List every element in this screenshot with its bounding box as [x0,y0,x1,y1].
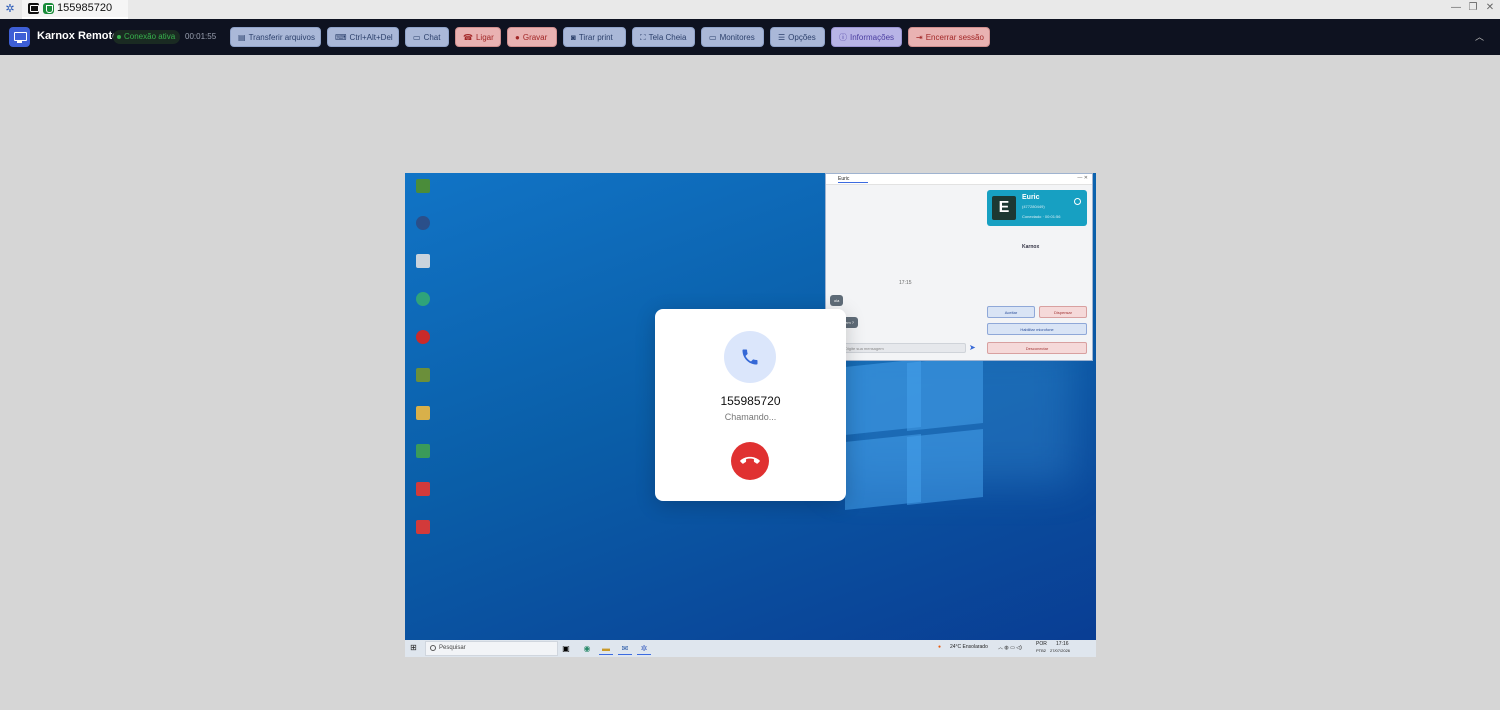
desktop-icon[interactable] [409,368,437,384]
dismiss-button[interactable]: Dispensar [1039,306,1087,318]
file-icon: ▤ [238,33,246,42]
enable-mic-button[interactable]: Habilitar microfone [987,323,1087,335]
end-session-button[interactable]: ⇥ Encerrar sessão [908,27,990,47]
shield-tab-icon [43,3,54,14]
info-label: Informações [850,33,895,42]
transfer-files-label: Transferir arquivos [248,33,315,42]
monitors-label: Monitores [719,33,755,42]
info-button[interactable]: ⓘ Informações [831,27,902,47]
contact-status: Conectado · 00:01:56 [1022,214,1061,219]
contact-id: (477280449) [1022,204,1045,209]
ctrl-alt-del-label: Ctrl+Alt+Del [349,33,393,42]
call-label: Ligar [475,33,494,42]
weather-text[interactable]: 24°C Ensolarado [950,644,988,650]
phone-icon: ☎ [463,33,473,42]
info-icon: ⓘ [839,33,847,42]
desktop-icon[interactable] [409,179,437,195]
contact-card: E Euric (477280449) Conectado · 00:01:56 [987,190,1087,226]
keyboard-icon: ⌨ [335,33,347,42]
hang-up-icon [740,456,760,464]
monitors-button[interactable]: ▭ Monitores [701,27,764,47]
expand-icon: ⛶ [640,33,646,42]
call-button[interactable]: ☎ Ligar [455,27,501,47]
brand-name: Karnox Remoto [37,30,119,42]
call-state: Chamando... [724,412,777,422]
record-icon: ● [515,33,520,42]
collapse-toolbar-icon[interactable]: ︿ [1475,30,1484,43]
close-icon[interactable]: ✕ [1483,2,1497,13]
avatar: E [992,196,1016,220]
monitor-icon: ▭ [709,33,717,42]
desktop-icon[interactable] [409,444,437,460]
folder-icon[interactable] [409,406,437,422]
session-tab-title[interactable]: 155985720 [57,2,112,14]
transfer-files-button[interactable]: ▤ Transferir arquivos [230,27,321,47]
hang-up-button[interactable] [731,442,769,480]
edge-icon[interactable] [409,292,437,308]
disconnect-button[interactable]: Desconectar [987,342,1087,354]
window-titlebar: ✲ 155985720 — ❐ ✕ [0,0,1500,19]
chat-message: ola [830,295,844,306]
sliders-icon: ☰ [778,33,786,42]
app-logo-icon: ✲ [5,3,15,15]
remote-chat-window[interactable]: Euric — ✕ E Euric (477280449) Conectado … [825,173,1093,361]
phone-icon [742,349,758,365]
fullscreen-label: Tela Cheia [648,33,687,42]
karnox-taskbar-icon[interactable]: ✲ [637,642,651,655]
message-timestamp: 17:15 [899,280,912,286]
restore-icon[interactable]: ❐ [1466,2,1480,13]
explorer-taskbar-icon[interactable]: ▬ [599,642,613,655]
session-timer: 00:01:55 [185,32,217,41]
chat-window-tab[interactable]: Euric [838,176,868,183]
task-view-icon[interactable]: ▣ [559,642,573,655]
weather-icon: ● [938,644,942,650]
end-session-label: Encerrar sessão [925,33,984,42]
desktop-icon[interactable] [409,482,437,498]
accept-button[interactable]: Aceitar [987,306,1035,318]
chat-window-controls-icon[interactable]: — ✕ [1077,175,1088,181]
record-button[interactable]: ● Gravar [507,27,557,47]
fullscreen-button[interactable]: ⛶ Tela Cheia [632,27,695,47]
ctrl-alt-del-button[interactable]: ⌨ Ctrl+Alt+Del [327,27,399,47]
call-number: 155985720 [720,394,781,408]
language-sub: PTB2 [1036,648,1047,653]
language-indicator[interactable]: POR [1036,641,1047,647]
connection-status-badge: Conexão ativa [113,30,181,44]
session-toolbar: Karnox Remoto Conexão ativa 00:01:55 ▤ Tr… [0,19,1500,55]
karnox-logo: Karnox [1022,244,1040,250]
taskbar-search[interactable]: Pesquisar [425,641,558,656]
tray-icons[interactable]: ︿ ◍ ▭ ◁) [998,644,1022,651]
remote-taskbar: ⊞ Pesquisar ▣ ◉ ▬ ✉ ✲ ● 24°C Ensolarado … [405,640,1096,657]
chat-bubble-icon[interactable] [1074,198,1081,205]
mail-taskbar-icon[interactable]: ✉ [618,642,632,655]
message-input[interactable]: Digite sua mensagem [840,343,966,353]
phone-avatar [724,331,776,383]
chat-button[interactable]: ▭ Chat [405,27,449,47]
chat-label: Chat [423,33,441,42]
screenshot-button[interactable]: ◙ Tirar print [563,27,626,47]
record-label: Gravar [522,33,548,42]
minimize-icon[interactable]: — [1449,2,1463,13]
monitor-tab-icon [28,3,39,14]
options-label: Opções [788,33,816,42]
desktop-icon[interactable] [409,330,437,346]
clock-date: 27/07/2026 [1050,648,1071,653]
windows-start-icon[interactable]: ⊞ [410,644,418,652]
chat-icon: ▭ [413,33,421,42]
options-button[interactable]: ☰ Opções [770,27,825,47]
desktop-icon[interactable] [409,520,437,536]
clock-time[interactable]: 17:16 [1056,641,1069,647]
camera-icon: ◙ [571,33,576,42]
outgoing-call-dialog: 155985720 Chamando... [655,309,846,501]
chat-window-titlebar: Euric — ✕ [826,174,1092,185]
monitor-icon [9,27,30,47]
contact-name: Euric [1022,194,1040,201]
logout-icon: ⇥ [916,33,923,42]
screenshot-label: Tirar print [578,33,613,42]
recycle-bin-icon[interactable] [409,254,437,270]
desktop-icon[interactable] [409,216,437,232]
send-icon[interactable]: ➤ [969,343,976,353]
edge-taskbar-icon[interactable]: ◉ [580,642,594,655]
